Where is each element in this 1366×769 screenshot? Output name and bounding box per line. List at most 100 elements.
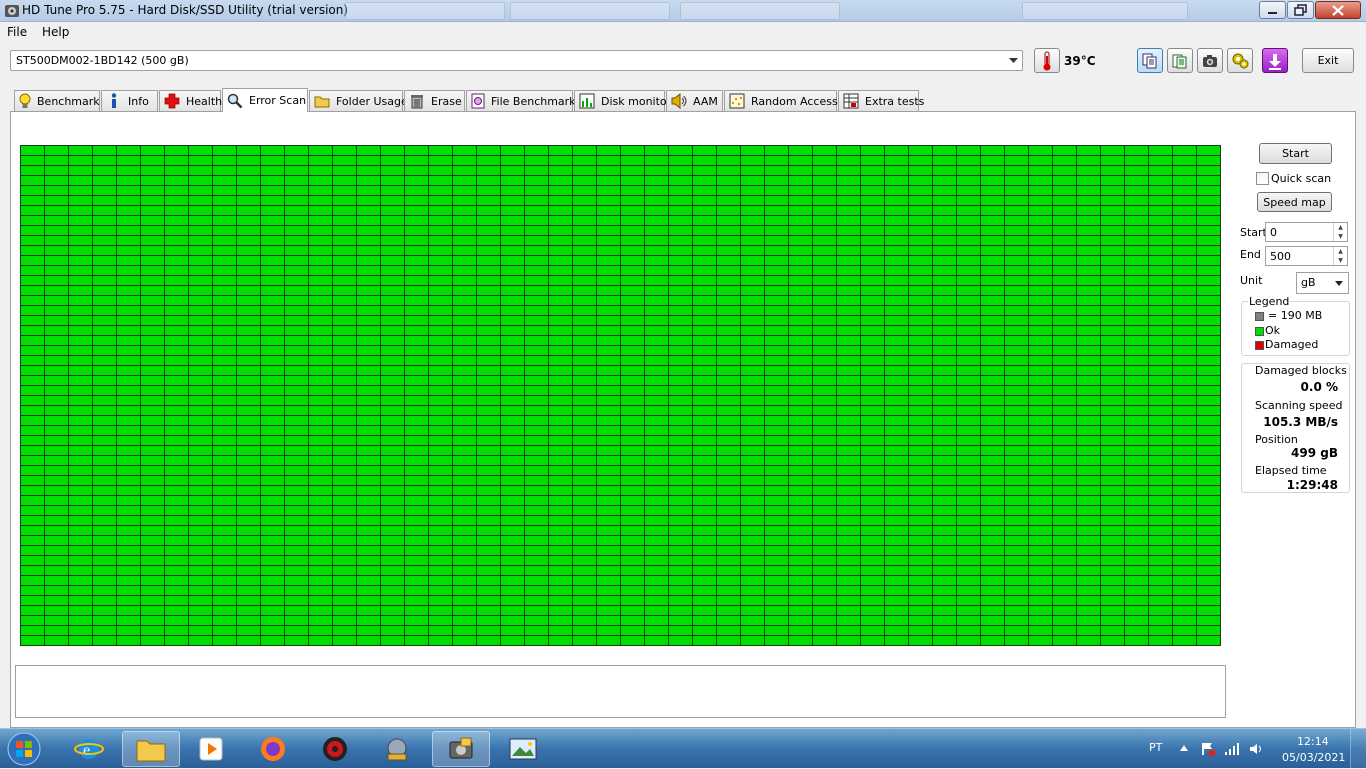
exit-button[interactable]: Exit bbox=[1302, 48, 1354, 73]
flag-alert-icon[interactable] bbox=[1200, 741, 1216, 757]
spin-down-icon[interactable]: ▼ bbox=[1334, 232, 1347, 241]
language-indicator[interactable]: PT bbox=[1149, 741, 1162, 754]
close-icon bbox=[1332, 5, 1344, 16]
tab-label: Extra tests bbox=[865, 94, 925, 108]
legend-ok-label: Ok bbox=[1265, 324, 1281, 337]
clock-time[interactable]: 12:14 bbox=[1297, 735, 1329, 748]
legend-block-size: = 190 MB bbox=[1268, 309, 1323, 322]
tab-label: Info bbox=[128, 94, 149, 108]
tab-info[interactable]: Info bbox=[101, 90, 158, 111]
position-label: Position bbox=[1255, 433, 1298, 446]
tab-health[interactable]: Health bbox=[159, 90, 222, 111]
camera-icon bbox=[1203, 54, 1217, 67]
legend-damaged-label: Damaged bbox=[1265, 338, 1319, 351]
drive-select-value: ST500DM002-1BD142 (500 gB) bbox=[16, 54, 189, 67]
taskbar-app-red[interactable] bbox=[306, 731, 364, 767]
unit-label: Unit bbox=[1240, 274, 1263, 287]
tab-label: Folder Usage bbox=[336, 94, 408, 108]
trash-icon bbox=[409, 93, 425, 109]
taskbar-media-player[interactable] bbox=[182, 731, 240, 767]
taskbar-explorer[interactable] bbox=[122, 731, 180, 767]
speed-map-button[interactable]: Speed map bbox=[1257, 192, 1332, 212]
unit-select-value: gB bbox=[1301, 276, 1316, 289]
save-button[interactable] bbox=[1262, 48, 1288, 73]
minimize-button[interactable] bbox=[1259, 1, 1286, 19]
tab-label: Erase bbox=[431, 94, 462, 108]
legend-title: Legend bbox=[1248, 295, 1291, 308]
show-hidden-icons-icon[interactable] bbox=[1180, 745, 1188, 751]
tab-aam[interactable]: AAM bbox=[666, 90, 723, 111]
copy-info-button[interactable] bbox=[1167, 48, 1193, 73]
bar-chart-icon bbox=[579, 93, 595, 109]
taskbar-photo-viewer[interactable] bbox=[494, 731, 552, 767]
tab-benchmark[interactable]: Benchmark bbox=[14, 90, 100, 111]
tab-file-benchmark[interactable]: File Benchmark bbox=[466, 90, 576, 111]
tab-label: AAM bbox=[693, 94, 718, 108]
spin-up-icon[interactable]: ▲ bbox=[1334, 247, 1347, 256]
menu-file[interactable]: File bbox=[7, 25, 27, 39]
legend-block-swatch bbox=[1255, 312, 1264, 321]
taskbar-firefox[interactable] bbox=[244, 731, 302, 767]
tab-folder-usage[interactable]: Folder Usage bbox=[309, 90, 408, 111]
position-value: 499 gB bbox=[1291, 446, 1338, 460]
elapsed-time-label: Elapsed time bbox=[1255, 464, 1327, 477]
start-button[interactable] bbox=[4, 731, 44, 767]
download-arrow-icon bbox=[1269, 53, 1281, 70]
chevron-down-icon[interactable] bbox=[1005, 51, 1022, 70]
tab-error-scan[interactable]: Error Scan bbox=[222, 88, 308, 112]
thermometer-icon bbox=[1043, 51, 1051, 70]
screenshot-button[interactable] bbox=[1197, 48, 1223, 73]
background-window-tab bbox=[510, 2, 670, 20]
clock-date[interactable]: 05/03/2021 bbox=[1282, 751, 1345, 764]
drive-select[interactable]: ST500DM002-1BD142 (500 gB) bbox=[10, 50, 1023, 71]
scatter-icon bbox=[729, 93, 745, 109]
menu-help[interactable]: Help bbox=[42, 25, 69, 39]
network-signal-icon[interactable] bbox=[1224, 741, 1240, 757]
maximize-button[interactable] bbox=[1287, 1, 1314, 19]
tab-label: Error Scan bbox=[249, 94, 307, 107]
tab-label: Disk monitor bbox=[601, 94, 672, 108]
elapsed-time-value: 1:29:48 bbox=[1286, 478, 1338, 492]
title-bar[interactable]: HD Tune Pro 5.75 - Hard Disk/SSD Utility… bbox=[0, 0, 1366, 22]
spinner-arrows[interactable]: ▲ ▼ bbox=[1333, 223, 1347, 241]
spin-down-icon[interactable]: ▼ bbox=[1334, 256, 1347, 265]
gears-icon bbox=[1232, 53, 1249, 68]
quick-scan-checkbox[interactable] bbox=[1256, 172, 1269, 185]
chevron-down-icon bbox=[1335, 281, 1343, 286]
file-gauge-icon bbox=[471, 93, 485, 109]
copy-icon bbox=[1142, 53, 1157, 68]
taskbar-hd-tune[interactable] bbox=[432, 731, 490, 767]
tab-label: Random Access bbox=[751, 94, 838, 108]
taskbar-internet-explorer[interactable]: e bbox=[60, 731, 118, 767]
unit-select[interactable]: gB bbox=[1296, 272, 1349, 294]
legend-ok-swatch bbox=[1255, 327, 1264, 336]
volume-icon[interactable] bbox=[1248, 741, 1264, 757]
tab-extra-tests[interactable]: Extra tests bbox=[838, 90, 924, 111]
spin-up-icon[interactable]: ▲ bbox=[1334, 223, 1347, 232]
clipboard-icon bbox=[1172, 54, 1187, 68]
table-icon bbox=[843, 93, 859, 109]
temperature-button[interactable] bbox=[1034, 48, 1060, 73]
log-output[interactable] bbox=[15, 665, 1226, 718]
restore-icon bbox=[1294, 4, 1307, 16]
spinner-arrows[interactable]: ▲ ▼ bbox=[1333, 247, 1347, 265]
red-gear-icon bbox=[323, 737, 347, 761]
tab-random-access[interactable]: Random Access bbox=[724, 90, 838, 111]
hard-disk-icon bbox=[449, 737, 473, 759]
info-icon bbox=[106, 93, 122, 109]
lightbulb-icon bbox=[19, 93, 31, 109]
end-position-input[interactable]: 500 ▲ ▼ bbox=[1265, 246, 1348, 266]
options-button[interactable] bbox=[1227, 48, 1253, 73]
start-label: Start bbox=[1240, 226, 1267, 239]
close-button[interactable] bbox=[1315, 1, 1361, 19]
firefox-icon bbox=[261, 737, 285, 761]
start-position-input[interactable]: 0 ▲ ▼ bbox=[1265, 222, 1348, 242]
show-desktop-button[interactable] bbox=[1350, 729, 1366, 769]
taskbar: e PT 12:14 05/03/2021 bbox=[0, 728, 1366, 769]
taskbar-app-tools[interactable] bbox=[368, 731, 426, 767]
tab-erase[interactable]: Erase bbox=[404, 90, 465, 111]
tab-disk-monitor[interactable]: Disk monitor bbox=[574, 90, 671, 111]
temperature-value: 39°C bbox=[1064, 54, 1096, 68]
copy-text-button[interactable] bbox=[1137, 48, 1163, 73]
start-scan-button[interactable]: Start bbox=[1259, 143, 1332, 164]
